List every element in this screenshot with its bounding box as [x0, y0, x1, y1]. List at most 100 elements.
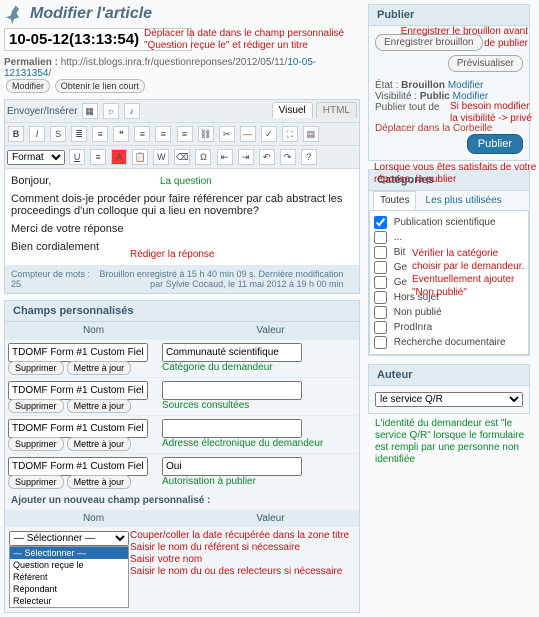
post-title-input[interactable] [4, 28, 192, 51]
underline-icon[interactable]: U [69, 149, 85, 165]
category-checkbox[interactable] [374, 276, 387, 289]
cf-opt-1[interactable]: Question reçue le [10, 559, 128, 571]
preview-button[interactable]: Prévisualiser [448, 55, 523, 72]
media3-icon[interactable]: ♪ [124, 103, 140, 119]
cf-delete-button[interactable]: Supprimer [8, 399, 64, 413]
category-checkbox[interactable] [374, 261, 387, 274]
cf-delete-button[interactable]: Supprimer [8, 437, 64, 451]
cf-name-input[interactable] [8, 343, 148, 362]
save-draft-button[interactable]: Enregistrer brouillon [375, 34, 483, 51]
status-label: État : [375, 80, 398, 91]
link-icon[interactable]: ⛓ [198, 126, 214, 142]
indent-icon[interactable]: ⇥ [238, 149, 254, 165]
draft-status: Brouillon enregistré à 15 h 40 min 09 s.… [94, 269, 344, 289]
visibility-label: Visibilité : [375, 91, 417, 102]
cf-opt-0[interactable]: — Sélectionner — [10, 547, 128, 559]
alignc-icon[interactable]: ≡ [155, 126, 171, 142]
author-select[interactable]: le service Q/R [375, 392, 523, 407]
publish-button[interactable]: Publier [467, 134, 523, 154]
alignl-icon[interactable]: ≡ [134, 126, 150, 142]
publish-all-label: Publier tout de [375, 102, 440, 113]
cf-update-button[interactable]: Mettre à jour [67, 475, 132, 489]
cf-value-input[interactable] [162, 381, 302, 400]
strike-icon[interactable]: S [50, 126, 66, 142]
category-checkbox[interactable] [374, 246, 387, 259]
tab-html[interactable]: HTML [316, 102, 357, 118]
status-modify-link[interactable]: Modifier [448, 80, 484, 91]
spell-icon[interactable]: ✓ [261, 126, 277, 142]
cf-value-input[interactable] [162, 457, 302, 476]
cf-row: Supprimer Mettre à jourAdresse électroni… [5, 415, 359, 453]
page-title: Modifier l'article [30, 5, 152, 23]
media-icon[interactable]: ▦ [82, 103, 98, 119]
category-checkbox[interactable] [374, 336, 387, 349]
category-item[interactable]: Recherche documentaire [374, 335, 524, 350]
cf-name-input[interactable] [8, 419, 148, 438]
category-item[interactable]: Non publié [374, 305, 524, 320]
trash-link[interactable]: Déplacer dans la Corbeille [375, 123, 492, 134]
visibility-modify-link[interactable]: Modifier [453, 91, 489, 102]
cf-update-button[interactable]: Mettre à jour [67, 361, 132, 375]
format-select[interactable]: Format [7, 150, 65, 165]
cf-update-button[interactable]: Mettre à jour [67, 437, 132, 451]
category-item[interactable]: Ge [374, 275, 524, 290]
italic-icon[interactable]: I [29, 126, 45, 142]
bold-icon[interactable]: B [8, 126, 24, 142]
cf-delete-button[interactable]: Supprimer [8, 475, 64, 489]
cf-opt-3[interactable]: Répondant [10, 583, 128, 595]
color-icon[interactable]: A [111, 149, 127, 165]
redo-icon[interactable]: ↷ [280, 149, 296, 165]
justify-icon[interactable]: ≡ [90, 149, 106, 165]
cf-name-input[interactable] [8, 457, 148, 476]
media2-icon[interactable]: ☼ [103, 103, 119, 119]
unlink-icon[interactable]: ✂ [219, 126, 235, 142]
cf-name-input[interactable] [8, 381, 148, 400]
category-checkbox[interactable] [374, 291, 387, 304]
permalink-url: http://ist.blogs.inra.fr/questionreponse… [61, 57, 288, 68]
status-value: Brouillon [401, 80, 445, 91]
cf-value-input[interactable] [162, 419, 302, 438]
cf-update-button[interactable]: Mettre à jour [67, 399, 132, 413]
category-item[interactable]: Publication scientifique [374, 215, 524, 230]
cf-new-select[interactable]: — Sélectionner — [9, 531, 129, 546]
kitchensink-icon[interactable]: ▤ [303, 126, 319, 142]
cf-col-value2: Valeur [182, 510, 359, 527]
ol-icon[interactable]: ≡ [92, 126, 108, 142]
undo-icon[interactable]: ↶ [259, 149, 275, 165]
category-item[interactable]: ... [374, 230, 524, 245]
cf-annot: Sources consultées [162, 400, 356, 412]
ul-icon[interactable]: ≣ [71, 126, 87, 142]
cf-value-input[interactable] [162, 343, 302, 362]
fullscreen-icon[interactable]: ⛶ [282, 126, 298, 142]
permalink-modify-button[interactable]: Modifier [6, 79, 50, 93]
cat-tab-all[interactable]: Toutes [373, 191, 416, 210]
quote-icon[interactable]: ❝ [113, 126, 129, 142]
shortlink-button[interactable]: Obtenir le lien court [55, 79, 145, 93]
cat-tab-most[interactable]: Les plus utilisées [420, 192, 508, 209]
category-item[interactable]: Bit [374, 245, 524, 260]
cf-select-dropdown[interactable]: — Sélectionner — Question reçue le Référ… [9, 546, 129, 608]
clear-icon[interactable]: ⌫ [174, 149, 190, 165]
cf-opt-4[interactable]: Relecteur [10, 595, 128, 607]
outdent-icon[interactable]: ⇤ [217, 149, 233, 165]
cf-col-name2: Nom [5, 510, 182, 527]
category-item[interactable]: Hors sujet [374, 290, 524, 305]
tab-visual[interactable]: Visuel [272, 102, 313, 118]
category-item[interactable]: Ge [374, 260, 524, 275]
category-checkbox[interactable] [374, 231, 387, 244]
paste-icon[interactable]: 📋 [132, 149, 148, 165]
category-checkbox[interactable] [374, 216, 387, 229]
char-icon[interactable]: Ω [195, 149, 211, 165]
category-checkbox[interactable] [374, 306, 387, 319]
category-checkbox[interactable] [374, 321, 387, 334]
help-icon[interactable]: ? [301, 149, 317, 165]
publish-box-title: Publier [369, 5, 529, 26]
pasteword-icon[interactable]: W [153, 149, 169, 165]
category-item[interactable]: ProdInra [374, 320, 524, 335]
alignr-icon[interactable]: ≡ [177, 126, 193, 142]
cf-delete-button[interactable]: Supprimer [8, 361, 64, 375]
editor-body[interactable]: Bonjour, Comment dois-je procéder pour f… [5, 169, 359, 265]
cf-opt-2[interactable]: Référent [10, 571, 128, 583]
more-icon[interactable]: — [240, 126, 256, 142]
cf-row: Supprimer Mettre à jour Sources consultée… [5, 377, 359, 415]
